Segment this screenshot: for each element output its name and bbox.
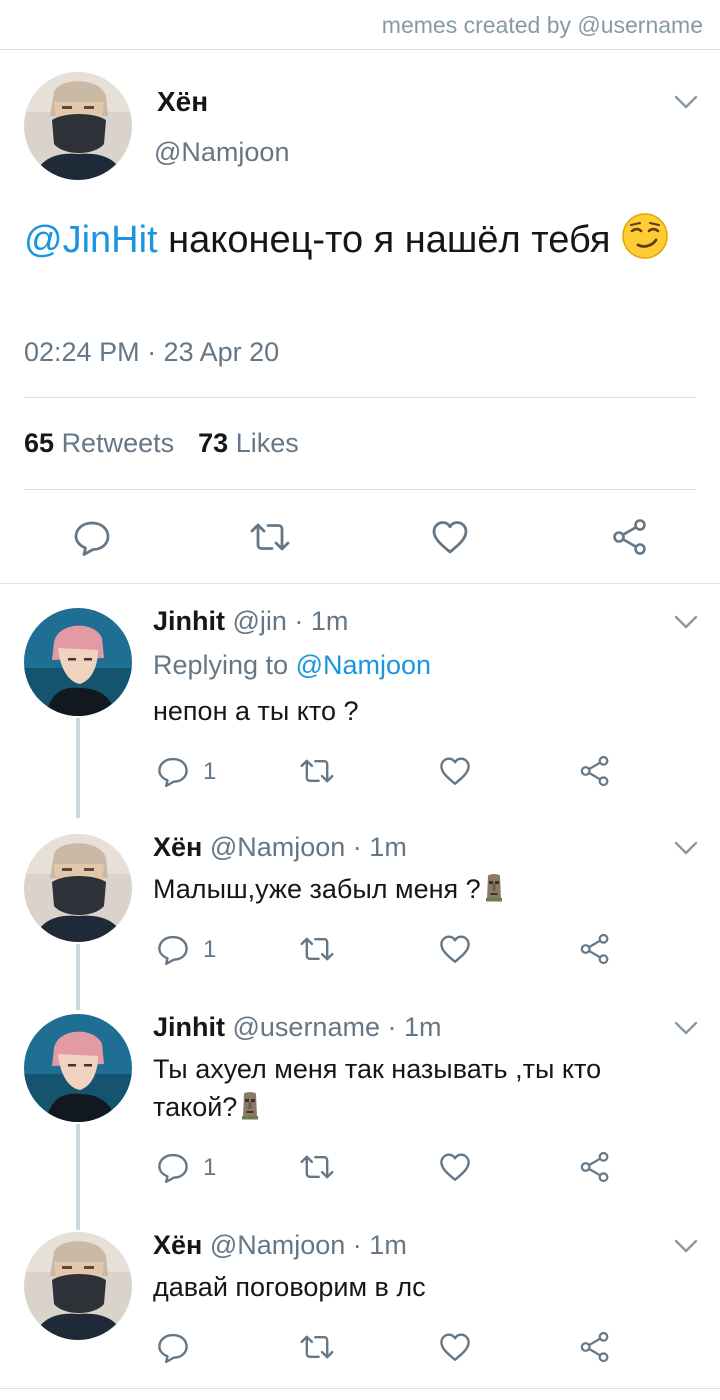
- credit-bar: memes created by @username: [0, 0, 720, 50]
- thread-line: [76, 1124, 80, 1230]
- avatar-namjoon[interactable]: [24, 834, 132, 942]
- reply-text-body: Ты ахуел меня так называть ,ты кто такой…: [153, 1054, 602, 1122]
- tweet-stats: 65 Retweets 73 Likes: [24, 428, 299, 459]
- avatar-namjoon[interactable]: [24, 1232, 132, 1340]
- like-icon[interactable]: [438, 754, 472, 788]
- reply-text: непон а ты кто ?: [153, 696, 359, 726]
- share-icon[interactable]: [610, 517, 650, 557]
- retweet-icon[interactable]: [298, 932, 336, 966]
- replying-to-label: Replying to: [153, 650, 296, 680]
- retweets-count: 65: [24, 428, 55, 458]
- likes-stat[interactable]: 73 Likes: [198, 428, 299, 458]
- reply-text: Ты ахуел меня так называть ,ты кто такой…: [153, 1050, 613, 1126]
- reply-meta: @Namjoon · 1m: [202, 832, 407, 862]
- reply-meta: @username · 1m: [225, 1012, 442, 1042]
- like-icon[interactable]: [438, 1150, 472, 1184]
- avatar-jinhit[interactable]: [24, 1014, 132, 1122]
- replying-to-handle[interactable]: @Namjoon: [296, 650, 431, 680]
- main-tweet-timestamp[interactable]: 02:24 PM · 23 Apr 20: [24, 337, 279, 368]
- reply-count: 1: [203, 758, 217, 785]
- like-icon[interactable]: [430, 517, 470, 557]
- moai-icon: [239, 1090, 261, 1120]
- reply-icon[interactable]: [156, 754, 190, 788]
- moai-icon: [483, 872, 505, 902]
- reply-count: 1: [203, 936, 217, 963]
- like-icon[interactable]: [438, 1330, 472, 1364]
- avatar-jinhit[interactable]: [24, 608, 132, 716]
- reply-author-name: Хён: [153, 832, 203, 862]
- main-tweet-text: @JinHit наконец-то я нашёл тебя: [24, 212, 694, 268]
- chevron-down-icon[interactable]: [673, 614, 699, 630]
- reply-text: Малыш,уже забыл меня ?: [153, 870, 673, 908]
- reply-header[interactable]: Jinhit @username · 1m: [153, 1012, 441, 1043]
- likes-count: 73: [198, 428, 229, 458]
- smirking-face-icon: [621, 212, 669, 260]
- divider: [24, 397, 696, 398]
- mention-link[interactable]: @JinHit: [24, 219, 158, 261]
- divider: [24, 489, 696, 490]
- main-tweet-name[interactable]: Хён: [157, 86, 208, 118]
- retweets-stat[interactable]: 65 Retweets: [24, 428, 174, 458]
- reply-header[interactable]: Хён @Namjoon · 1m: [153, 1230, 407, 1261]
- reply-text-body: Малыш,уже забыл меня ?: [153, 874, 481, 904]
- reply-author-name: Хён: [153, 1230, 203, 1260]
- reply-text: давай поговорим в лс: [153, 1272, 426, 1302]
- avatar-namjoon[interactable]: [24, 72, 132, 180]
- reply-icon[interactable]: [156, 1150, 190, 1184]
- share-icon[interactable]: [578, 1150, 612, 1184]
- like-icon[interactable]: [438, 932, 472, 966]
- chevron-down-icon[interactable]: [673, 1238, 699, 1254]
- reply-meta: @jin · 1m: [225, 606, 349, 636]
- thread-line: [76, 944, 80, 1010]
- reply-author-name: Jinhit: [153, 606, 225, 636]
- reply-author-name: Jinhit: [153, 1012, 225, 1042]
- retweets-label: Retweets: [61, 428, 175, 458]
- reply-header[interactable]: Хён @Namjoon · 1m: [153, 832, 407, 863]
- reply-icon[interactable]: [72, 517, 112, 557]
- retweet-icon[interactable]: [248, 517, 292, 557]
- retweet-icon[interactable]: [298, 1330, 336, 1364]
- retweet-icon[interactable]: [298, 754, 336, 788]
- divider: [0, 1388, 720, 1389]
- reply-meta: @Namjoon · 1m: [202, 1230, 407, 1260]
- share-icon[interactable]: [578, 1330, 612, 1364]
- chevron-down-icon[interactable]: [673, 94, 699, 110]
- credit-text: memes created by @username: [381, 12, 703, 38]
- share-icon[interactable]: [578, 754, 612, 788]
- reply-header[interactable]: Jinhit @jin · 1m: [153, 606, 348, 637]
- retweet-icon[interactable]: [298, 1150, 336, 1184]
- replying-to: Replying to @Namjoon: [153, 650, 431, 681]
- likes-label: Likes: [235, 428, 299, 458]
- chevron-down-icon[interactable]: [673, 840, 699, 856]
- share-icon[interactable]: [578, 932, 612, 966]
- reply-count: 1: [203, 1154, 217, 1181]
- main-tweet-body: наконец-то я нашёл тебя: [157, 219, 611, 261]
- thread-line: [76, 718, 80, 818]
- divider: [0, 583, 720, 584]
- reply-icon[interactable]: [156, 932, 190, 966]
- reply-icon[interactable]: [156, 1330, 190, 1364]
- main-tweet-handle[interactable]: @Namjoon: [154, 137, 289, 168]
- chevron-down-icon[interactable]: [673, 1020, 699, 1036]
